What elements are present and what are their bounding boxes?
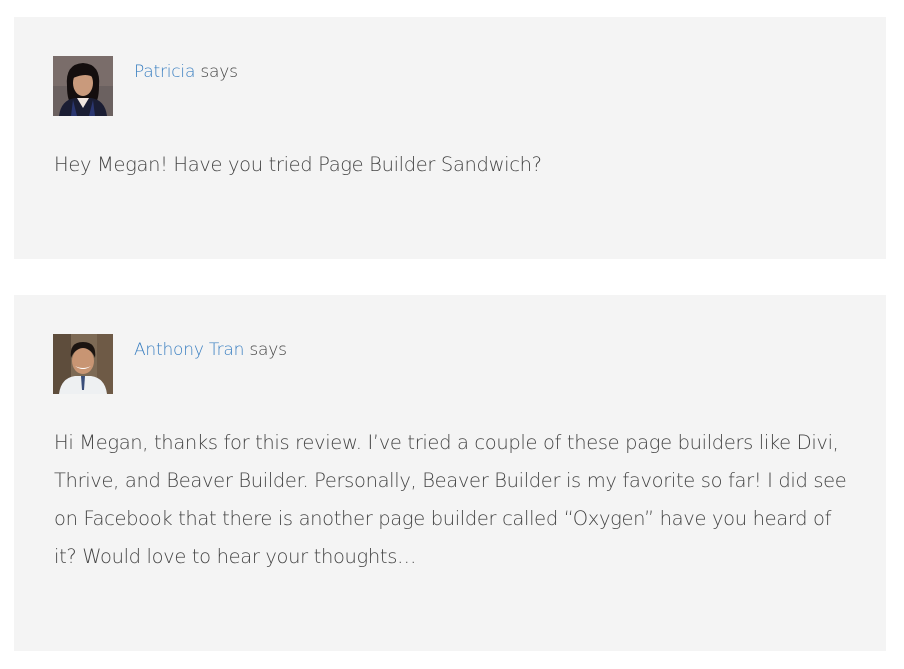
comment-author-link[interactable]: Patricia — [134, 62, 195, 82]
comment-text: Hi Megan, thanks for this review. I’ve t… — [54, 431, 847, 568]
comment-card: Anthony Tran says Hi Megan, thanks for t… — [14, 295, 886, 651]
avatar[interactable] — [53, 56, 113, 116]
comment-meta: Patricia says — [134, 62, 238, 82]
comment-meta: Anthony Tran says — [134, 340, 287, 360]
comment-text: Hey Megan! Have you tried Page Builder S… — [54, 153, 542, 176]
says-label: says — [200, 62, 238, 82]
avatar-photo-anthony — [53, 334, 113, 394]
comment-author-link[interactable]: Anthony Tran — [134, 340, 244, 360]
says-label: says — [249, 340, 287, 360]
comment-card: Patricia says Hey Megan! Have you tried … — [14, 17, 886, 259]
avatar[interactable] — [53, 334, 113, 394]
avatar-photo-patricia — [53, 56, 113, 116]
